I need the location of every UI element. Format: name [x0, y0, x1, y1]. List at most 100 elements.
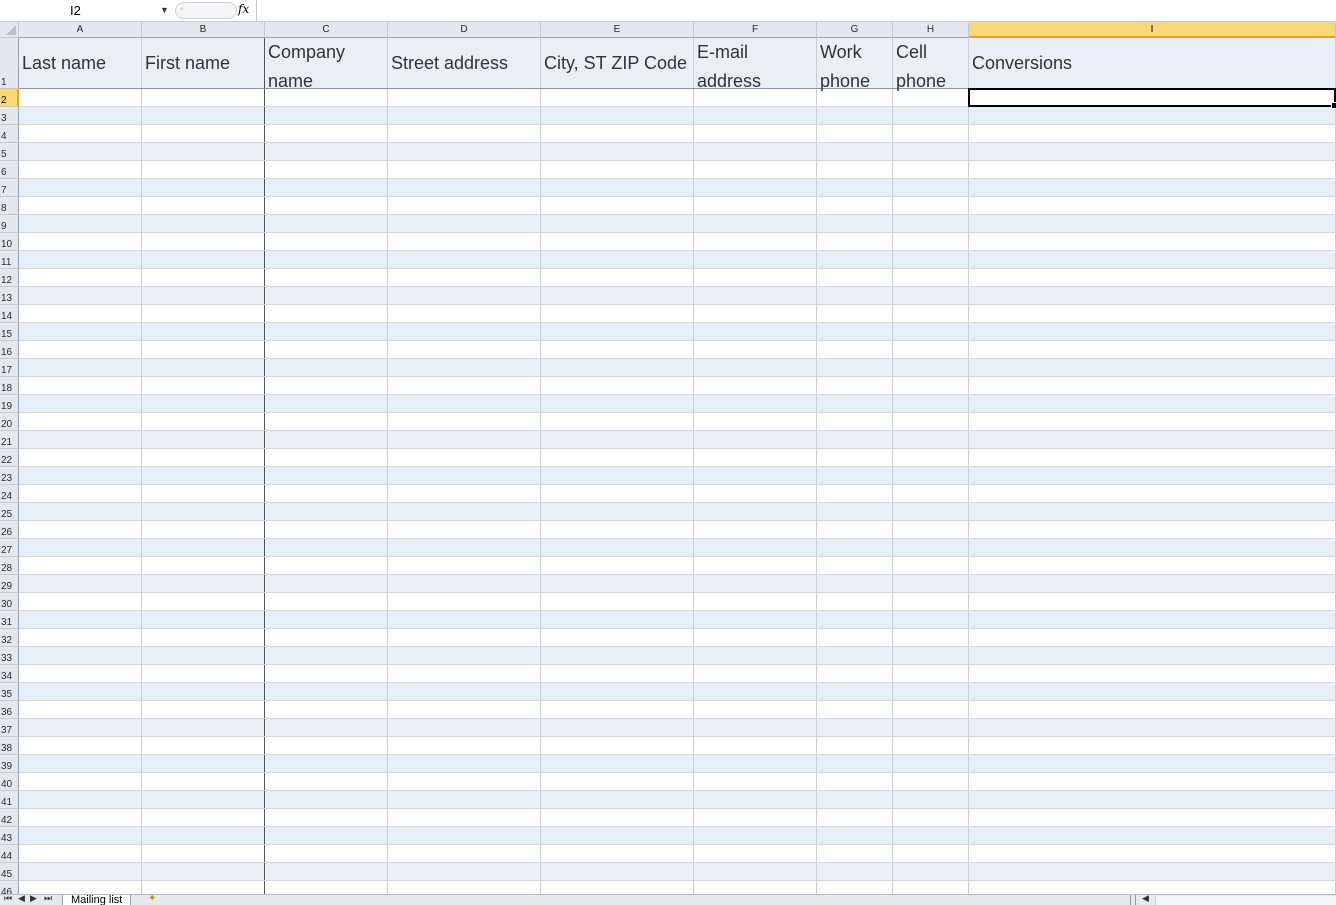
table-cell[interactable]	[969, 755, 1336, 772]
table-cell[interactable]	[142, 179, 265, 196]
table-cell[interactable]	[265, 665, 388, 682]
table-cell[interactable]	[19, 503, 142, 520]
table-cell[interactable]	[388, 143, 541, 160]
table-cell[interactable]	[817, 305, 893, 322]
table-cell[interactable]	[265, 341, 388, 358]
table-cell[interactable]	[969, 197, 1336, 214]
table-cell[interactable]	[388, 413, 541, 430]
table-cell[interactable]	[265, 269, 388, 286]
table-cell[interactable]	[969, 377, 1336, 394]
table-cell[interactable]	[388, 179, 541, 196]
table-cell[interactable]	[142, 791, 265, 808]
scroll-split-handle[interactable]	[1130, 895, 1136, 905]
table-cell[interactable]	[817, 197, 893, 214]
table-cell[interactable]	[694, 467, 817, 484]
table-cell[interactable]	[265, 431, 388, 448]
table-cell[interactable]	[19, 395, 142, 412]
table-cell[interactable]	[969, 161, 1336, 178]
table-cell[interactable]	[541, 215, 694, 232]
table-cell[interactable]	[388, 791, 541, 808]
table-cell[interactable]	[893, 467, 969, 484]
table-cell[interactable]	[969, 683, 1336, 700]
column-header-c[interactable]: C	[265, 22, 388, 38]
row-header-17[interactable]: 17	[0, 359, 19, 377]
table-cell[interactable]	[541, 557, 694, 574]
table-cell[interactable]	[969, 413, 1336, 430]
table-cell[interactable]	[817, 125, 893, 142]
table-cell[interactable]	[694, 179, 817, 196]
table-cell[interactable]	[893, 845, 969, 862]
table-cell[interactable]	[541, 395, 694, 412]
table-cell[interactable]	[265, 413, 388, 430]
table-cell[interactable]	[19, 863, 142, 880]
table-cell[interactable]	[19, 161, 142, 178]
table-cell[interactable]	[142, 539, 265, 556]
table-cell[interactable]	[142, 503, 265, 520]
table-cell[interactable]	[265, 305, 388, 322]
column-header-e[interactable]: E	[541, 22, 694, 38]
row-header-34[interactable]: 34	[0, 665, 19, 683]
table-cell[interactable]	[388, 701, 541, 718]
table-cell[interactable]	[893, 449, 969, 466]
table-cell[interactable]	[893, 143, 969, 160]
table-cell[interactable]	[388, 827, 541, 844]
row-header-44[interactable]: 44	[0, 845, 19, 863]
table-cell[interactable]	[265, 737, 388, 754]
row-header-46[interactable]: 46	[0, 881, 19, 894]
table-cell[interactable]	[694, 449, 817, 466]
table-cell[interactable]	[969, 773, 1336, 790]
table-cell[interactable]	[19, 305, 142, 322]
table-cell[interactable]	[541, 845, 694, 862]
table-cell[interactable]	[817, 287, 893, 304]
row-header-25[interactable]: 25	[0, 503, 19, 521]
table-cell[interactable]	[694, 557, 817, 574]
next-sheet-icon[interactable]: ▶	[30, 895, 37, 904]
table-cell[interactable]	[388, 233, 541, 250]
formula-bar-splitter[interactable]: ◦	[175, 2, 237, 19]
table-cell[interactable]	[893, 881, 969, 894]
table-cell[interactable]	[817, 773, 893, 790]
table-cell[interactable]	[142, 593, 265, 610]
table-cell[interactable]	[893, 539, 969, 556]
table-cell[interactable]	[142, 827, 265, 844]
table-cell[interactable]	[265, 809, 388, 826]
row-header-27[interactable]: 27	[0, 539, 19, 557]
table-cell[interactable]	[969, 431, 1336, 448]
table-cell[interactable]	[265, 539, 388, 556]
table-cell[interactable]	[142, 359, 265, 376]
table-cell[interactable]	[541, 161, 694, 178]
table-cell[interactable]	[694, 341, 817, 358]
row-header-1[interactable]: 1	[0, 38, 19, 89]
table-cell[interactable]	[142, 449, 265, 466]
table-cell[interactable]	[541, 287, 694, 304]
table-cell[interactable]	[541, 269, 694, 286]
table-cell[interactable]	[265, 395, 388, 412]
table-cell[interactable]	[388, 575, 541, 592]
table-cell[interactable]	[694, 413, 817, 430]
table-cell[interactable]	[19, 629, 142, 646]
table-cell[interactable]	[817, 341, 893, 358]
table-cell[interactable]	[893, 395, 969, 412]
table-cell[interactable]	[541, 683, 694, 700]
table-cell[interactable]	[265, 719, 388, 736]
table-cell[interactable]	[694, 323, 817, 340]
table-cell[interactable]	[265, 629, 388, 646]
table-cell[interactable]	[19, 845, 142, 862]
select-all-button[interactable]	[0, 22, 19, 38]
table-cell[interactable]	[694, 107, 817, 124]
row-header-39[interactable]: 39	[0, 755, 19, 773]
table-cell[interactable]	[388, 611, 541, 628]
row-header-38[interactable]: 38	[0, 737, 19, 755]
table-cell[interactable]	[969, 125, 1336, 142]
table-cell[interactable]	[893, 737, 969, 754]
table-cell[interactable]	[893, 809, 969, 826]
table-cell[interactable]	[969, 107, 1336, 124]
table-cell[interactable]	[817, 89, 893, 106]
table-cell[interactable]	[19, 683, 142, 700]
table-cell[interactable]	[969, 215, 1336, 232]
table-cell[interactable]	[19, 485, 142, 502]
table-cell[interactable]	[388, 809, 541, 826]
table-cell[interactable]	[893, 611, 969, 628]
table-cell[interactable]	[541, 323, 694, 340]
table-cell[interactable]	[265, 251, 388, 268]
